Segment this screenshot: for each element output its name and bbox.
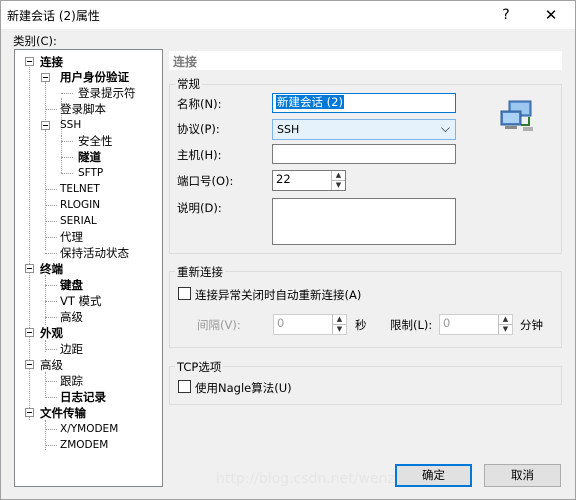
minutes-unit: 分钟 [520,318,543,332]
tree-item-login-prompt[interactable]: 登录提示符 [78,86,136,100]
tree-item-appearance[interactable]: 外观 [40,326,63,340]
collapse-auth-icon[interactable] [41,73,50,82]
seconds-unit: 秒 [355,318,367,332]
tree-item-auth[interactable]: 用户身份验证 [60,70,129,84]
name-label: 名称(N): [177,97,222,111]
tree-item-zmodem[interactable]: ZMODEM [60,438,108,452]
window-title: 新建会话 (2)属性 [7,9,100,23]
port-spinner[interactable]: ▲ ▼ [331,171,345,190]
title-bar: 新建会话 (2)属性 ? ✕ [1,1,575,29]
tree-item-trace[interactable]: 跟踪 [60,374,83,388]
tree-item-sftp[interactable]: SFTP [78,166,103,180]
general-group-label: 常规 [175,76,202,92]
interval-spinner[interactable]: ▲ ▼ [332,315,346,334]
reconnect-group-label: 重新连接 [175,264,225,280]
protocol-value: SSH [277,123,300,136]
session-name-input[interactable]: 新建会话 (2) [272,93,456,113]
protocol-label: 协议(P): [177,122,220,136]
host-input[interactable] [272,144,456,164]
tree-item-vt-mode[interactable]: VT 模式 [60,294,102,308]
collapse-connection-icon[interactable] [25,57,34,66]
collapse-file-transfer-icon[interactable] [25,408,34,417]
tree-item-margin[interactable]: 边距 [60,342,83,356]
description-textarea[interactable] [272,198,456,245]
tree-item-advanced[interactable]: 高级 [40,358,63,372]
tree-item-connection[interactable]: 连接 [40,55,63,69]
limit-input[interactable]: 0 ▲ ▼ [439,314,513,335]
auto-reconnect-label[interactable]: 连接异常关闭时自动重新连接(A) [195,287,361,303]
collapse-ssh-icon[interactable] [41,121,50,130]
tree-item-ssh[interactable]: SSH [60,118,81,132]
collapse-terminal-icon[interactable] [25,264,34,273]
limit-spinner[interactable]: ▲ ▼ [498,315,512,334]
help-button[interactable]: ? [493,4,519,26]
host-label: 主机(H): [177,148,222,162]
tree-item-file-transfer[interactable]: 文件传输 [40,406,86,420]
panel-title: 连接 [173,55,198,69]
port-label: 端口号(O): [177,174,234,188]
chevron-down-icon: ⌵ [440,121,450,135]
nagle-label[interactable]: 使用Nagle算法(U) [195,380,292,396]
cancel-button[interactable]: 取消 [484,464,561,487]
tcp-group-label: TCP选项 [175,359,224,375]
tree-item-proxy[interactable]: 代理 [60,230,83,244]
tree-item-terminal[interactable]: 终端 [40,262,63,276]
tree-item-terminal-advanced[interactable]: 高级 [60,310,83,324]
interval-label: 间隔(V): [197,318,241,332]
category-label: 类别(C): [13,34,57,48]
tree-item-serial[interactable]: SERIAL [60,214,97,228]
limit-label: 限制(L): [390,318,433,332]
panel-header: 连接 [169,51,562,70]
tree-item-logging[interactable]: 日志记录 [60,390,106,404]
network-computers-icon [499,99,535,133]
collapse-advanced-icon[interactable] [25,360,34,369]
tree-item-xymodem[interactable]: X/YMODEM [60,422,118,436]
nagle-checkbox[interactable] [178,380,191,393]
description-label: 说明(D): [177,201,222,215]
close-button[interactable]: ✕ [538,4,564,26]
tree-item-tunnel[interactable]: 隧道 [78,150,101,164]
interval-input[interactable]: 0 ▲ ▼ [273,314,347,335]
session-properties-dialog: 新建会话 (2)属性 ? ✕ 类别(C): 连接 用户身份验证 登录提示符 登录… [0,0,576,500]
reconnect-group [169,271,562,348]
tree-item-keyboard[interactable]: 键盘 [60,278,83,292]
port-input[interactable]: 22 ▲ ▼ [272,170,346,191]
tree-item-login-script[interactable]: 登录脚本 [60,102,106,116]
tree-item-rlogin[interactable]: RLOGIN [60,198,100,212]
auto-reconnect-checkbox[interactable] [178,287,191,300]
collapse-appearance-icon[interactable] [25,328,34,337]
tree-item-telnet[interactable]: TELNET [60,182,100,196]
protocol-select[interactable]: SSH ⌵ [272,119,456,140]
ok-button[interactable]: 确定 [395,464,472,487]
category-tree[interactable]: 连接 用户身份验证 登录提示符 登录脚本 SSH 安全性 隧道 SFTP TEL… [14,49,163,487]
tree-item-security[interactable]: 安全性 [78,134,113,148]
tree-item-keepalive[interactable]: 保持活动状态 [60,246,129,260]
